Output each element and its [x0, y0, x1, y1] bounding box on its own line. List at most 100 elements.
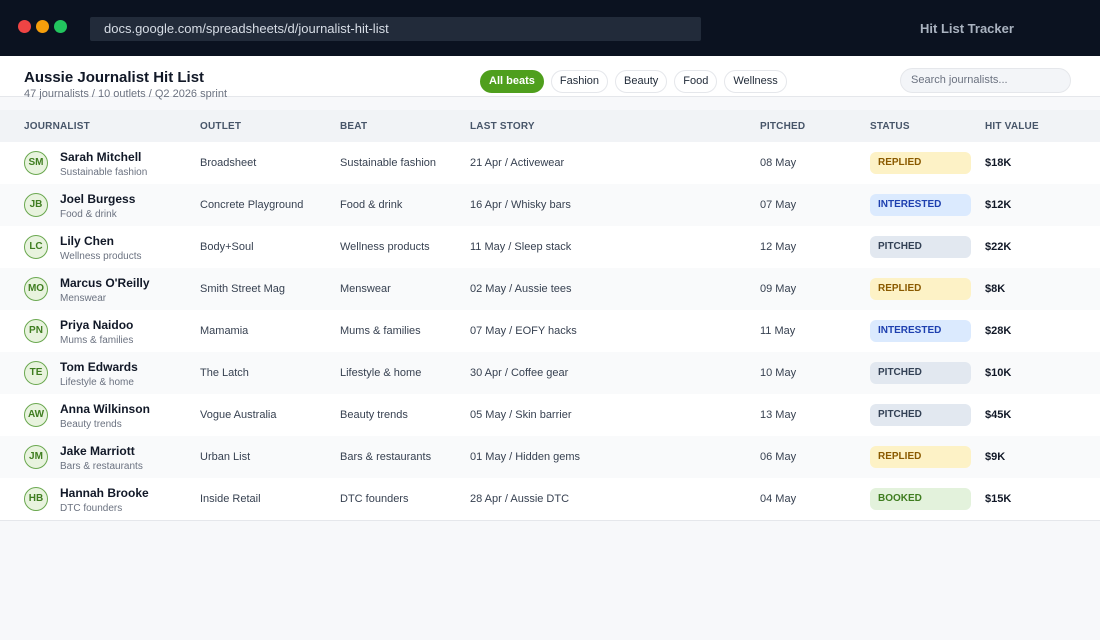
beat-cell: Bars & restaurants: [340, 451, 432, 463]
maximize-window-button[interactable]: [54, 20, 67, 33]
journalist-name[interactable]: Tom Edwards: [60, 360, 138, 374]
table-row[interactable]: AW Anna Wilkinson Beauty trends Vogue Austr…: [0, 394, 1100, 436]
last-story-cell: 28 Apr / Aussie DTC: [470, 493, 570, 505]
status-badge[interactable]: INTERESTED: [870, 194, 971, 216]
hit-value-cell: $28K: [985, 325, 1012, 337]
journalist-beat-caption: Mums & families: [60, 335, 134, 346]
avatar: MO: [24, 277, 48, 301]
journalist-beat-caption: Lifestyle & home: [60, 377, 134, 388]
table-row[interactable]: LC Lily Chen Wellness products Body+Soul Wel…: [0, 226, 1100, 268]
last-story-cell: 02 May / Aussie tees: [470, 283, 572, 295]
last-story-cell: 16 Apr / Whisky bars: [470, 199, 571, 211]
avatar: SM: [24, 151, 48, 175]
filter-chip-food[interactable]: Food: [674, 70, 718, 93]
address-bar[interactable]: docs.google.com/spreadsheets/d/journalis…: [90, 17, 701, 41]
column-header-journalist[interactable]: JOURNALIST: [24, 121, 90, 132]
last-story-cell: 11 May / Sleep stack: [470, 241, 572, 253]
status-badge[interactable]: INTERESTED: [870, 320, 971, 342]
pitched-date-cell: 10 May: [760, 367, 797, 379]
journalist-name[interactable]: Hannah Brooke: [60, 486, 149, 500]
last-story-cell: 05 May / Skin barrier: [470, 409, 572, 421]
filter-chip-all-beats[interactable]: All beats: [480, 70, 544, 93]
hit-value-cell: $10K: [985, 367, 1012, 379]
hit-value-cell: $8K: [985, 283, 1006, 295]
table-row[interactable]: JM Jake Marriott Bars & restaurants Urban L…: [0, 436, 1100, 478]
journalist-name[interactable]: Lily Chen: [60, 234, 114, 248]
status-badge[interactable]: REPLIED: [870, 278, 971, 300]
table-row[interactable]: MO Marcus O'Reilly Menswear Smith Street Ma…: [0, 268, 1100, 310]
journalist-name[interactable]: Marcus O'Reilly: [60, 276, 150, 290]
avatar: PN: [24, 319, 48, 343]
table-row[interactable]: TE Tom Edwards Lifestyle & home The Latch Li…: [0, 352, 1100, 394]
pitched-date-cell: 13 May: [760, 409, 797, 421]
last-story-cell: 01 May / Hidden gems: [470, 451, 581, 463]
filter-chip-wellness[interactable]: Wellness: [724, 70, 787, 93]
avatar: AW: [24, 403, 48, 427]
status-badge[interactable]: PITCHED: [870, 362, 971, 384]
journalist-name[interactable]: Priya Naidoo: [60, 318, 133, 332]
beat-cell: Wellness products: [340, 241, 430, 253]
last-story-cell: 07 May / EOFY hacks: [470, 325, 577, 337]
beat-cell: Beauty trends: [340, 409, 408, 421]
table-row[interactable]: JB Joel Burgess Food & drink Concrete Playg…: [0, 184, 1100, 226]
journalist-beat-caption: Bars & restaurants: [60, 461, 143, 472]
outlet-cell: Urban List: [200, 451, 251, 463]
hit-value-cell: $22K: [985, 241, 1012, 253]
pitched-date-cell: 11 May: [760, 325, 796, 337]
journalist-name[interactable]: Sarah Mitchell: [60, 150, 141, 164]
status-badge[interactable]: REPLIED: [870, 446, 971, 468]
close-window-button[interactable]: [18, 20, 31, 33]
beat-cell: Lifestyle & home: [340, 367, 422, 379]
app-name: Hit List Tracker: [920, 21, 1014, 36]
status-badge[interactable]: BOOKED: [870, 488, 971, 510]
outlet-cell: Smith Street Mag: [200, 283, 285, 295]
beat-cell: Food & drink: [340, 199, 403, 211]
table-row[interactable]: SM Sarah Mitchell Sustainable fashion Broad…: [0, 142, 1100, 184]
minimize-window-button[interactable]: [36, 20, 49, 33]
table-body: SM Sarah Mitchell Sustainable fashion Broad…: [0, 142, 1100, 521]
search-input[interactable]: Search journalists...: [900, 68, 1071, 93]
last-story-cell: 21 Apr / Activewear: [470, 157, 565, 169]
browser-chrome: docs.google.com/spreadsheets/d/journalis…: [0, 0, 1100, 56]
journalist-name[interactable]: Anna Wilkinson: [60, 402, 150, 416]
journalist-beat-caption: DTC founders: [60, 503, 123, 514]
outlet-cell: Broadsheet: [200, 157, 257, 169]
journalist-name[interactable]: Jake Marriott: [60, 444, 135, 458]
beat-cell: Mums & families: [340, 325, 421, 337]
outlet-cell: Mamamia: [200, 325, 249, 337]
beat-cell: DTC founders: [340, 493, 409, 505]
avatar: HB: [24, 487, 48, 511]
column-header-pitched[interactable]: PITCHED: [760, 121, 805, 132]
column-header-hit-value[interactable]: HIT VALUE: [985, 121, 1039, 132]
outlet-cell: Body+Soul: [200, 241, 254, 253]
pitched-date-cell: 09 May: [760, 283, 797, 295]
table-row[interactable]: PN Priya Naidoo Mums & families Mamamia Mums…: [0, 310, 1100, 352]
beat-cell: Menswear: [340, 283, 391, 295]
pitched-date-cell: 07 May: [760, 199, 797, 211]
status-badge[interactable]: PITCHED: [870, 404, 971, 426]
table-header: JOURNALIST OUTLET BEAT LAST STORY PITCHED STA…: [0, 110, 1100, 142]
table-row[interactable]: HB Hannah Brooke DTC founders Inside Retail…: [0, 478, 1100, 520]
hit-value-cell: $45K: [985, 409, 1012, 421]
outlet-cell: Concrete Playground: [200, 199, 304, 211]
outlet-cell: Inside Retail: [200, 493, 261, 505]
status-badge[interactable]: PITCHED: [870, 236, 971, 258]
pitched-date-cell: 12 May: [760, 241, 797, 253]
avatar: JB: [24, 193, 48, 217]
avatar: LC: [24, 235, 48, 259]
journalist-beat-caption: Beauty trends: [60, 419, 122, 430]
column-header-status[interactable]: STATUS: [870, 121, 910, 132]
column-header-beat[interactable]: BEAT: [340, 121, 367, 132]
journalist-name[interactable]: Joel Burgess: [60, 192, 135, 206]
status-badge[interactable]: REPLIED: [870, 152, 971, 174]
avatar: JM: [24, 445, 48, 469]
filter-chip-fashion[interactable]: Fashion: [550, 70, 608, 93]
beat-filter-chips: All beats Fashion Beauty Food Wellness: [480, 70, 787, 93]
column-header-outlet[interactable]: OUTLET: [200, 121, 241, 132]
hit-value-cell: $18K: [985, 157, 1012, 169]
pitched-date-cell: 04 May: [760, 493, 797, 505]
journalist-beat-caption: Menswear: [60, 293, 107, 304]
beat-cell: Sustainable fashion: [340, 157, 437, 169]
column-header-last-story[interactable]: LAST STORY: [470, 121, 535, 132]
filter-chip-beauty[interactable]: Beauty: [615, 70, 668, 93]
